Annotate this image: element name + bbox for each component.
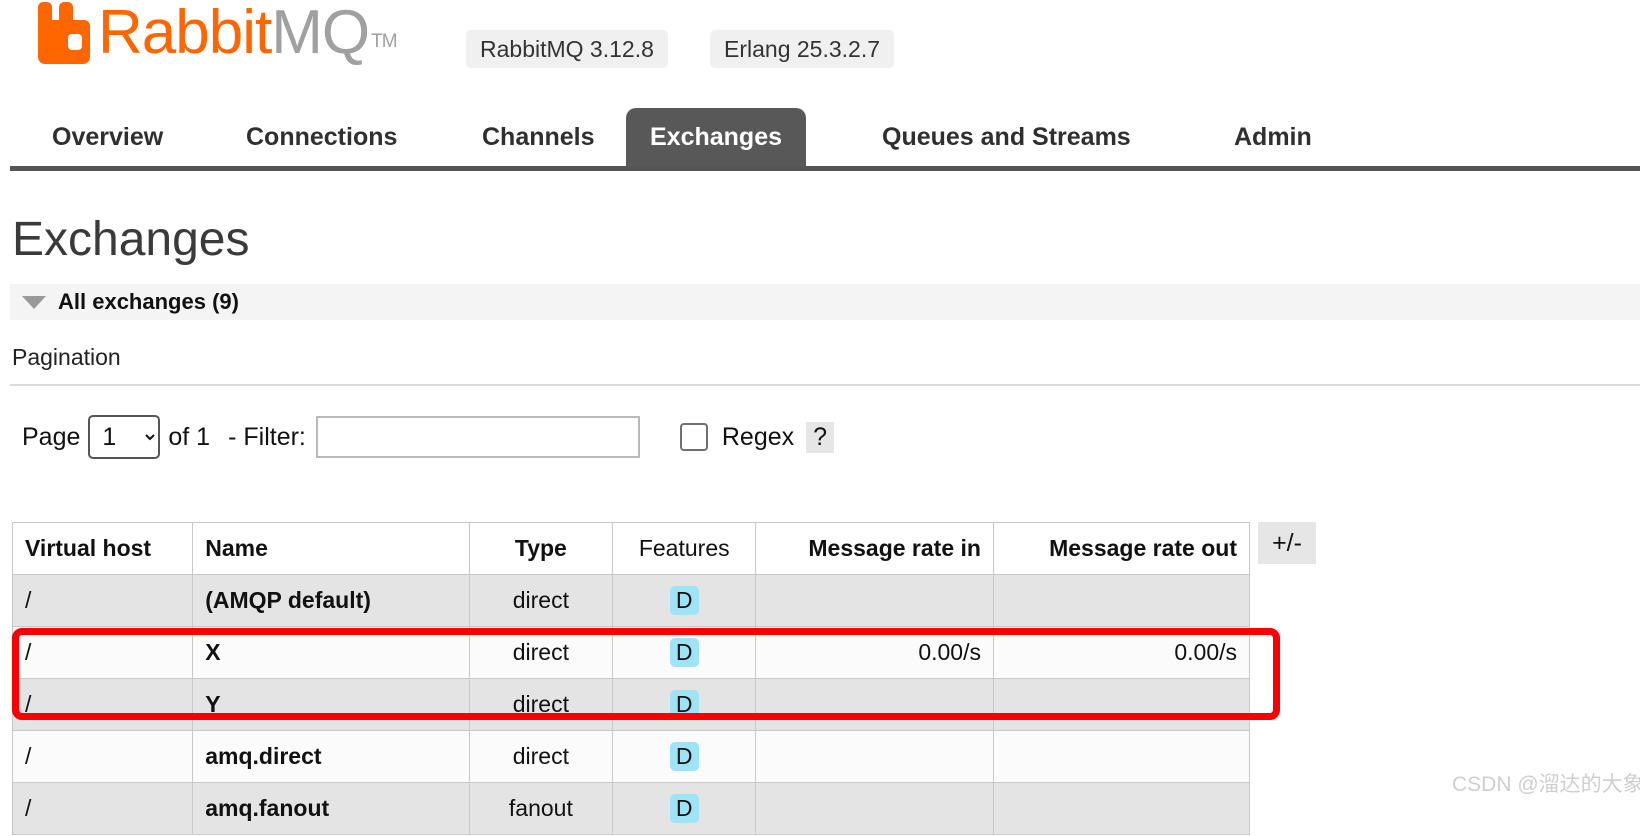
logo-text-mq: MQ bbox=[271, 0, 370, 67]
page-label: Page bbox=[22, 422, 81, 451]
column-header-message-rate-in[interactable]: Message rate in bbox=[755, 522, 994, 575]
exchanges-table: Virtual host Name Type Features Message … bbox=[11, 522, 1251, 835]
cell-type: fanout bbox=[468, 782, 614, 835]
rabbitmq-version-badge: RabbitMQ 3.12.8 bbox=[466, 30, 668, 68]
tab-connections[interactable]: Connections bbox=[222, 108, 421, 166]
cell-features: D bbox=[612, 678, 757, 731]
cell-name[interactable]: amq.direct bbox=[192, 730, 470, 783]
cell-type: direct bbox=[468, 574, 614, 627]
cell-features: D bbox=[612, 730, 757, 783]
tab-overview[interactable]: Overview bbox=[28, 108, 187, 166]
cell-virtual-host: / bbox=[11, 782, 194, 835]
table-header-row: Virtual host Name Type Features Message … bbox=[11, 522, 1251, 575]
all-exchanges-label: All exchanges (9) bbox=[58, 289, 239, 314]
cell-virtual-host: / bbox=[11, 626, 194, 679]
durable-badge: D bbox=[669, 689, 699, 720]
nav-underline bbox=[10, 166, 1640, 171]
toggle-columns-button[interactable]: +/- bbox=[1258, 522, 1316, 564]
regex-help-icon[interactable]: ? bbox=[806, 421, 835, 453]
filter-label: - Filter: bbox=[228, 422, 306, 451]
column-header-features: Features bbox=[612, 522, 757, 575]
cell-virtual-host: / bbox=[11, 574, 194, 627]
cell-message-rate-out bbox=[992, 782, 1251, 835]
cell-features: D bbox=[612, 574, 757, 627]
durable-badge: D bbox=[669, 637, 699, 668]
column-header-type[interactable]: Type bbox=[468, 522, 614, 575]
cell-features: D bbox=[612, 782, 757, 835]
cell-message-rate-in bbox=[755, 574, 994, 627]
main-navigation: Overview Connections Channels Exchanges … bbox=[0, 108, 1640, 171]
tab-admin[interactable]: Admin bbox=[1210, 108, 1336, 166]
cell-message-rate-in bbox=[755, 782, 994, 835]
cell-name[interactable]: X bbox=[192, 626, 470, 679]
regex-checkbox[interactable] bbox=[679, 423, 708, 451]
logo-wordmark: RabbitMQ TM bbox=[98, 0, 398, 67]
column-header-name[interactable]: Name bbox=[192, 522, 470, 575]
cell-type: direct bbox=[468, 626, 614, 679]
cell-virtual-host: / bbox=[11, 678, 194, 731]
cell-type: direct bbox=[468, 678, 614, 731]
rabbit-logo-icon bbox=[30, 2, 94, 64]
durable-badge: D bbox=[669, 741, 699, 772]
pagination-heading: Pagination bbox=[12, 344, 121, 370]
page-title: Exchanges bbox=[12, 213, 250, 266]
table-row[interactable]: / Y direct D bbox=[11, 678, 1251, 731]
cell-message-rate-in bbox=[755, 678, 994, 731]
cell-message-rate-in: 0.00/s bbox=[755, 626, 994, 679]
rabbitmq-management-page: RabbitMQ TM RabbitMQ 3.12.8 Erlang 25.3.2… bbox=[0, 0, 1640, 836]
app-header: RabbitMQ TM RabbitMQ 3.12.8 Erlang 25.3.2… bbox=[0, 0, 1640, 100]
cell-message-rate-out: 0.00/s bbox=[992, 626, 1251, 679]
column-header-virtual-host[interactable]: Virtual host bbox=[11, 522, 194, 575]
table-row[interactable]: / amq.fanout fanout D bbox=[11, 782, 1251, 835]
cell-message-rate-out bbox=[992, 574, 1251, 627]
erlang-version-badge: Erlang 25.3.2.7 bbox=[710, 30, 895, 68]
rabbitmq-logo[interactable]: RabbitMQ TM bbox=[30, 0, 398, 67]
logo-trademark: TM bbox=[371, 31, 397, 52]
cell-name[interactable]: (AMQP default) bbox=[192, 574, 470, 627]
cell-features: D bbox=[612, 626, 757, 679]
page-of-label: of 1 bbox=[168, 422, 211, 451]
tab-channels[interactable]: Channels bbox=[458, 108, 619, 166]
cell-type: direct bbox=[468, 730, 614, 783]
pagination-controls: Page 1 of 1 - Filter: Regex ? bbox=[22, 414, 835, 460]
durable-badge: D bbox=[669, 585, 699, 616]
cell-message-rate-in bbox=[755, 730, 994, 783]
pagination-divider bbox=[10, 384, 1640, 386]
regex-label: Regex bbox=[721, 422, 795, 451]
triangle-down-icon[interactable] bbox=[22, 295, 46, 309]
table-row[interactable]: / amq.direct direct D bbox=[11, 730, 1251, 783]
filter-input[interactable] bbox=[315, 416, 640, 458]
durable-badge: D bbox=[669, 793, 699, 824]
watermark: CSDN @溜达的大象 bbox=[1452, 773, 1640, 796]
all-exchanges-section-header[interactable]: All exchanges (9) bbox=[10, 284, 1640, 320]
table-row[interactable]: / (AMQP default) direct D bbox=[11, 574, 1251, 627]
logo-text-rabbit: Rabbit bbox=[98, 0, 272, 67]
tab-exchanges[interactable]: Exchanges bbox=[626, 108, 807, 166]
cell-message-rate-out bbox=[992, 730, 1251, 783]
cell-name[interactable]: amq.fanout bbox=[192, 782, 470, 835]
cell-message-rate-out bbox=[992, 678, 1251, 731]
cell-name[interactable]: Y bbox=[192, 678, 470, 731]
page-select[interactable]: 1 bbox=[88, 415, 161, 459]
cell-virtual-host: / bbox=[11, 730, 194, 783]
column-header-message-rate-out[interactable]: Message rate out bbox=[992, 522, 1251, 575]
table-row[interactable]: / X direct D 0.00/s 0.00/s bbox=[11, 626, 1251, 679]
tab-queues-and-streams[interactable]: Queues and Streams bbox=[858, 108, 1155, 166]
